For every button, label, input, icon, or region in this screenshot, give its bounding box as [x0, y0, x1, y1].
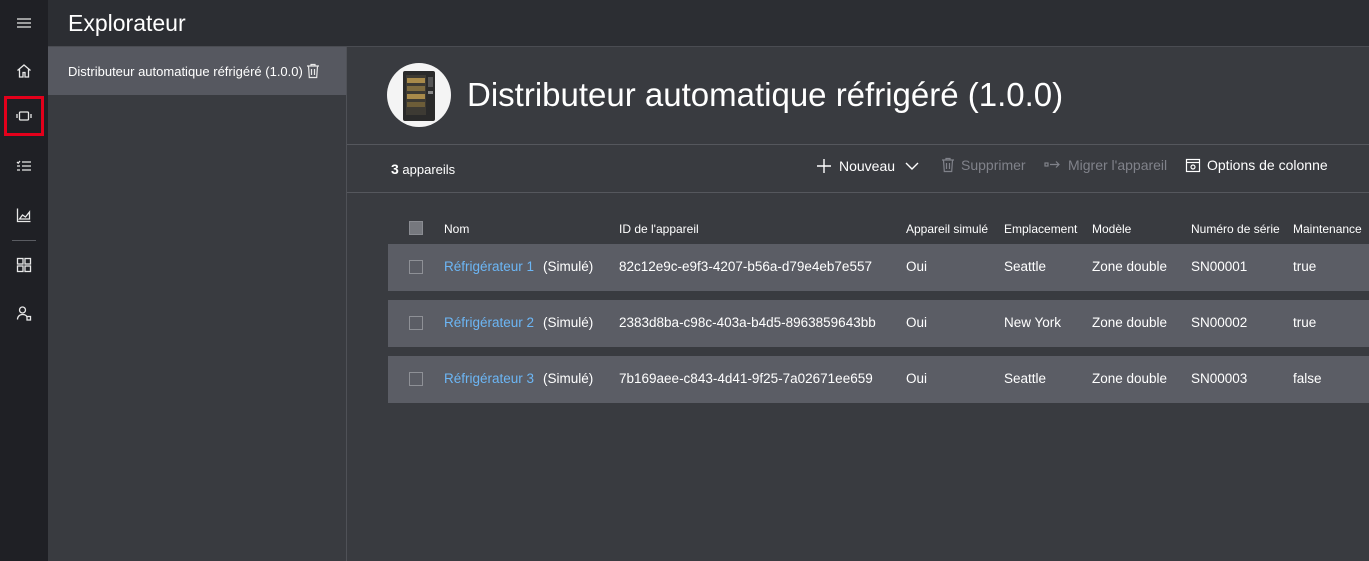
- delete-button[interactable]: Supprimer: [941, 157, 1026, 173]
- maintenance-cell: true: [1293, 259, 1317, 274]
- page-title: Explorateur: [68, 10, 186, 36]
- serial-cell: SN00003: [1191, 371, 1248, 386]
- row-checkbox[interactable]: [409, 316, 423, 330]
- device-id-cell: 2383d8ba-c98c-403a-b4d5-8963859643bb: [619, 315, 876, 330]
- row-checkbox[interactable]: [409, 260, 423, 274]
- left-nav-rail: [0, 0, 48, 561]
- model-cell: Zone double: [1092, 259, 1168, 274]
- simulated-tag: (Simulé): [543, 371, 594, 386]
- dashboard-icon[interactable]: [4, 245, 44, 285]
- migrate-icon: [1044, 161, 1060, 168]
- vending-machine-image: [387, 63, 451, 127]
- serial-cell: SN00002: [1191, 315, 1248, 330]
- maintenance-cell: true: [1293, 315, 1317, 330]
- home-icon[interactable]: [4, 51, 44, 91]
- location-cell: Seattle: [1004, 259, 1047, 274]
- simulated-cell: Oui: [906, 315, 928, 330]
- device-name-link[interactable]: Réfrigérateur 2: [444, 315, 534, 330]
- header-bar: Explorateur: [48, 0, 1369, 47]
- column-header-serial[interactable]: Numéro de série: [1191, 222, 1280, 236]
- analytics-icon[interactable]: [4, 195, 44, 235]
- device-name-link[interactable]: Réfrigérateur 1: [444, 259, 534, 274]
- migrate-device-button[interactable]: Migrer l'appareil: [1044, 157, 1167, 173]
- column-options-button[interactable]: Options de colonne: [1185, 157, 1328, 173]
- new-button[interactable]: Nouveau: [815, 157, 921, 175]
- menu-icon[interactable]: [4, 3, 44, 43]
- device-icon[interactable]: [4, 96, 44, 136]
- table-header: Nom ID de l'appareil Appareil simulé Emp…: [388, 219, 1369, 239]
- column-header-location[interactable]: Emplacement: [1004, 222, 1077, 236]
- template-title: Distributeur automatique réfrigéré (1.0.…: [467, 76, 1064, 113]
- row-checkbox[interactable]: [409, 372, 423, 386]
- column-header-device-id[interactable]: ID de l'appareil: [619, 222, 699, 236]
- template-list-item[interactable]: Distributeur automatique réfrigéré (1.0.…: [48, 47, 346, 95]
- simulated-cell: Oui: [906, 259, 928, 274]
- location-cell: New York: [1004, 315, 1062, 330]
- template-list-item-label: Distributeur automatique réfrigéré (1.0.…: [68, 63, 303, 79]
- device-id-cell: 7b169aee-c843-4d41-9f25-7a02671ee659: [619, 371, 873, 386]
- device-id-cell: 82c12e9c-e9f3-4207-b56a-d79e4eb7e557: [619, 259, 872, 274]
- column-options-icon: [1185, 158, 1201, 173]
- column-header-maintenance[interactable]: Maintenance: [1293, 222, 1362, 236]
- nav-divider: [12, 240, 36, 241]
- table-row[interactable]: Réfrigérateur 2 (Simulé) 2383d8ba-c98c-4…: [388, 300, 1369, 347]
- toolbar: 3 appareils Nouveau Supprimer Migrer l'a…: [347, 144, 1369, 193]
- administration-icon[interactable]: [4, 293, 44, 333]
- simulated-cell: Oui: [906, 371, 928, 386]
- main-content: Distributeur automatique réfrigéré (1.0.…: [347, 47, 1369, 561]
- delete-icon[interactable]: [306, 63, 320, 79]
- model-cell: Zone double: [1092, 315, 1168, 330]
- select-all-checkbox[interactable]: [409, 221, 423, 235]
- trash-icon: [942, 157, 954, 173]
- chevron-down-icon: [905, 162, 919, 170]
- device-count: 3 appareils: [391, 161, 456, 177]
- device-name-link[interactable]: Réfrigérateur 3: [444, 371, 534, 386]
- model-cell: Zone double: [1092, 371, 1168, 386]
- column-header-name[interactable]: Nom: [444, 222, 469, 236]
- column-header-simulated[interactable]: Appareil simulé: [906, 222, 988, 236]
- column-header-model[interactable]: Modèle: [1092, 222, 1131, 236]
- rules-icon[interactable]: [4, 146, 44, 186]
- serial-cell: SN00001: [1191, 259, 1248, 274]
- simulated-tag: (Simulé): [543, 315, 594, 330]
- table-row[interactable]: Réfrigérateur 1 (Simulé) 82c12e9c-e9f3-4…: [388, 244, 1369, 291]
- maintenance-cell: false: [1293, 371, 1322, 386]
- plus-icon: [817, 159, 831, 173]
- simulated-tag: (Simulé): [543, 259, 594, 274]
- location-cell: Seattle: [1004, 371, 1047, 386]
- template-list-panel: Distributeur automatique réfrigéré (1.0.…: [48, 47, 347, 561]
- template-header: Distributeur automatique réfrigéré (1.0.…: [387, 63, 1063, 127]
- table-row[interactable]: Réfrigérateur 3 (Simulé) 7b169aee-c843-4…: [388, 356, 1369, 403]
